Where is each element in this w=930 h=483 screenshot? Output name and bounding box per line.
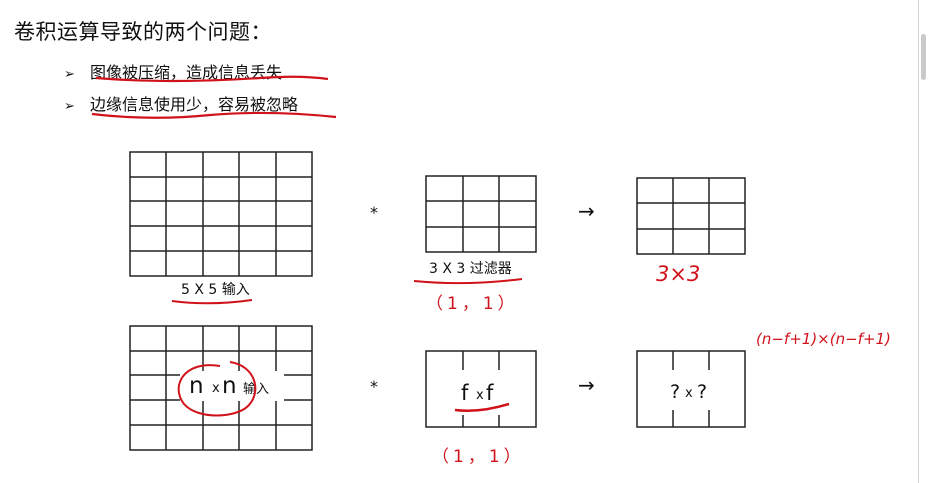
nxn-n1: n: [189, 373, 204, 399]
filter-label-underline: [413, 278, 523, 285]
input-5x5-label: 5 X 5 输入: [181, 282, 250, 298]
grid-3x3-output: [636, 177, 746, 255]
qxq-q2: ?: [697, 381, 707, 403]
output-formula-annotation: (n−f+1)×(n−f+1): [756, 330, 891, 348]
fxf-f2: f: [486, 381, 494, 405]
arrow-right-icon-2: →: [578, 373, 595, 397]
fxf-f1: f: [461, 381, 469, 405]
nxn-times: x: [212, 381, 220, 396]
output-size-annotation: 3×3: [656, 262, 700, 286]
arrow-right-icon: →: [578, 199, 595, 223]
scrollbar-thumb[interactable]: [921, 34, 926, 80]
qxq-q1: ?: [670, 381, 680, 403]
fxf-underline: [454, 402, 510, 412]
window-edge-divider: [918, 0, 919, 483]
diagram-canvas: 5 X 5 输入 * 3 X 3 过滤器 （1，1） → 3×3 n x n 输…: [91, 75, 891, 467]
bullet-1-underline: [95, 75, 329, 83]
grid-3x3-filter: [425, 175, 537, 253]
filter-stride-note: （1，1）: [426, 294, 519, 314]
grid-5x5-input: [129, 151, 313, 277]
filter-3x3-label: 3 X 3 过滤器: [429, 261, 512, 277]
qxq-times: x: [685, 386, 693, 401]
input-label-underline: [171, 299, 253, 305]
convolution-operator: *: [370, 203, 378, 222]
nxn-n2: n: [222, 373, 237, 399]
fxf-times: x: [476, 388, 484, 403]
bullet-2-underline: [91, 111, 337, 119]
fxf-stride-note: （1，1）: [432, 447, 525, 467]
convolution-operator-2: *: [370, 377, 378, 396]
